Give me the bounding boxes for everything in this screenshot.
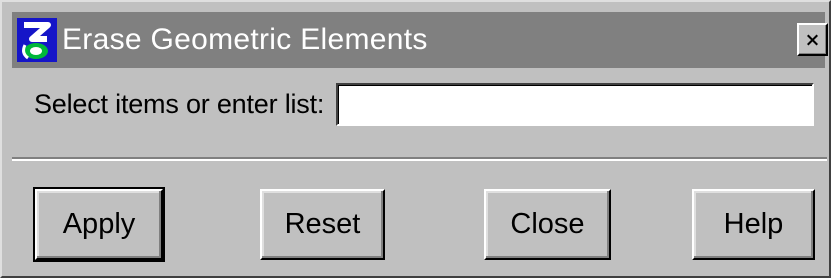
- help-button[interactable]: Help: [692, 189, 815, 260]
- separator: [12, 157, 827, 161]
- title-bar[interactable]: Erase Geometric Elements: [12, 12, 828, 68]
- close-icon: [807, 34, 818, 45]
- close-button[interactable]: Close: [484, 189, 611, 260]
- window-title: Erase Geometric Elements: [62, 23, 428, 56]
- close-window-button[interactable]: [797, 23, 828, 56]
- app-logo-icon[interactable]: [17, 18, 57, 62]
- erase-geometric-elements-dialog: Erase Geometric Elements Select items or…: [0, 0, 831, 278]
- apply-button[interactable]: Apply: [33, 187, 165, 262]
- reset-button[interactable]: Reset: [260, 189, 385, 260]
- select-items-label: Select items or enter list:: [34, 89, 325, 119]
- select-items-input[interactable]: [336, 83, 814, 126]
